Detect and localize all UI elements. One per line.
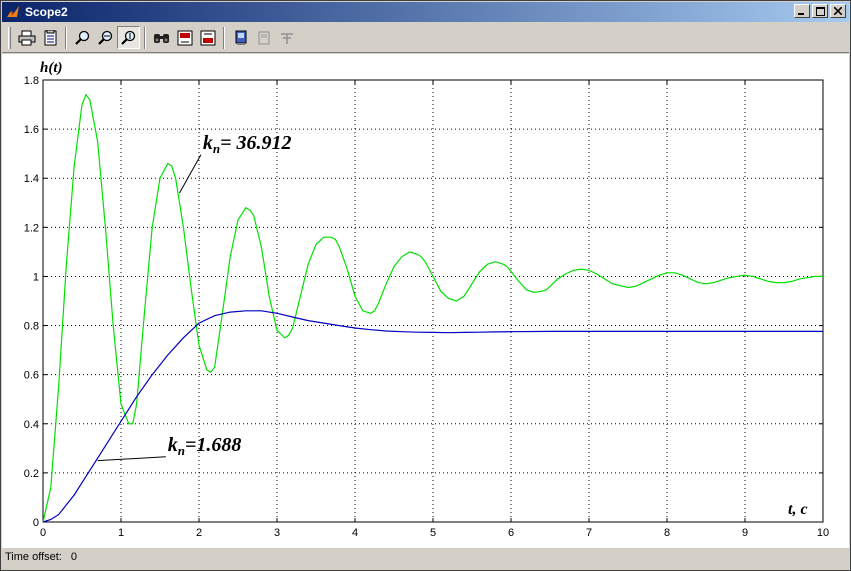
zoom-icon[interactable] [71, 26, 94, 49]
autoscale-icon[interactable] [150, 26, 173, 49]
y-tick-label: 0 [33, 517, 39, 529]
print-icon[interactable] [15, 26, 38, 49]
x-tick-label: 0 [40, 527, 46, 539]
y-axis-label: h(t) [40, 60, 63, 76]
toolbar-grip[interactable] [8, 26, 11, 49]
y-tick-label: 1.8 [24, 75, 39, 87]
x-tick-label: 1 [118, 527, 124, 539]
scope-window: Scope2 0 1 2 3 4 5 6 7 8 9 10 0 0.2 0.4 … [0, 0, 851, 571]
lock-axes-icon[interactable] [252, 26, 275, 49]
time-offset-label: Time offset: [5, 551, 62, 563]
maximize-button[interactable] [812, 4, 828, 18]
y-tick-label: 1 [33, 271, 39, 283]
x-tick-label: 10 [817, 527, 829, 539]
zoom-x-icon[interactable] [94, 26, 117, 49]
x-tick-label: 5 [430, 527, 436, 539]
save-axes-icon[interactable] [173, 26, 196, 49]
window-title: Scope2 [25, 5, 68, 19]
signal-selection-icon[interactable] [275, 26, 298, 49]
title-bar[interactable]: Scope2 [2, 2, 849, 22]
x-tick-label: 6 [508, 527, 514, 539]
y-tick-label: 1.2 [24, 222, 39, 234]
restore-axes-icon[interactable] [196, 26, 219, 49]
scope-chart[interactable]: 0 1 2 3 4 5 6 7 8 9 10 0 0.2 0.4 0.6 0.8 1 1.2 1.4 1.6 1.8h(… [2, 54, 849, 548]
y-tick-label: 0.4 [24, 419, 39, 431]
x-tick-label: 8 [664, 527, 670, 539]
minimize-button[interactable] [794, 4, 810, 18]
x-axis-label: t, c [788, 501, 808, 518]
toolbar [2, 23, 849, 53]
time-offset-value: 0 [70, 551, 78, 563]
y-tick-label: 1.4 [24, 173, 39, 185]
y-tick-label: 0.2 [24, 468, 39, 480]
zoom-y-icon[interactable] [117, 26, 140, 49]
y-tick-label: 0.8 [24, 321, 39, 333]
matlab-icon [5, 4, 21, 20]
y-tick-label: 0.6 [24, 370, 39, 382]
y-tick-label: 1.6 [24, 124, 39, 136]
x-tick-label: 3 [274, 527, 280, 539]
x-tick-label: 4 [352, 527, 358, 539]
parameters-icon[interactable] [38, 26, 61, 49]
x-tick-label: 2 [196, 527, 202, 539]
floating-scope-icon[interactable] [229, 26, 252, 49]
plot-area[interactable]: 0 1 2 3 4 5 6 7 8 9 10 0 0.2 0.4 0.6 0.8 1 1.2 1.4 1.6 1.8 h(… [2, 54, 849, 548]
status-bar: Time offset: 0 [5, 551, 83, 563]
close-button[interactable] [830, 4, 846, 18]
x-tick-label: 7 [586, 527, 592, 539]
x-tick-label: 9 [742, 527, 748, 539]
